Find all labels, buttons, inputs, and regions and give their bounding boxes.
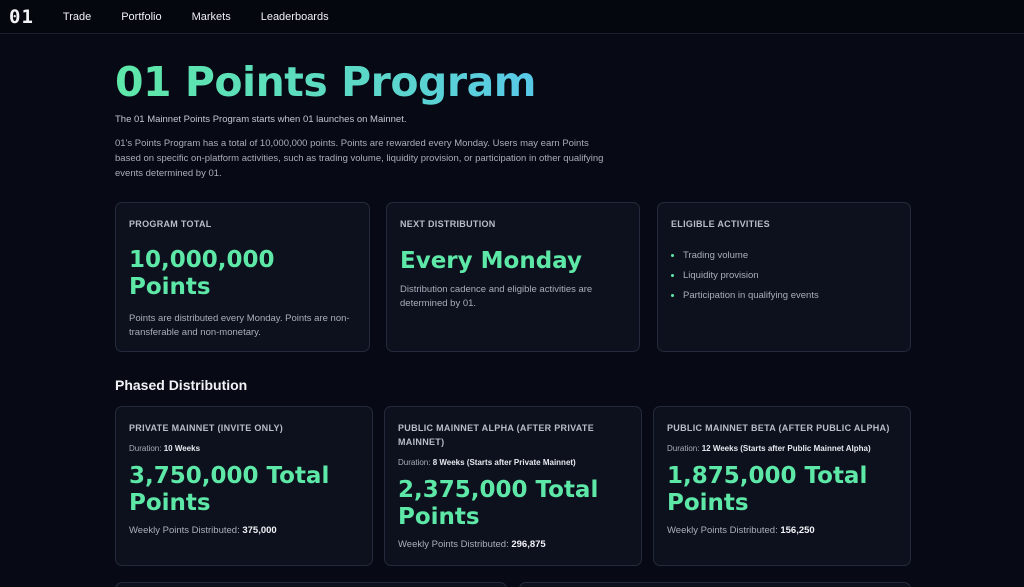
program-total-label: PROGRAM TOTAL	[129, 219, 212, 229]
duration-label: Duration:	[129, 444, 162, 453]
phase-total-value: 1,875,000 Total	[667, 463, 868, 489]
next-distribution-label: NEXT DISTRIBUTION	[400, 219, 496, 229]
weekly-label: Weekly Points Distributed:	[667, 525, 778, 536]
nav-link-markets[interactable]: Markets	[192, 11, 231, 23]
phase-weekly: Weekly Points Distributed: 156,250	[667, 525, 897, 536]
eligible-activities-list: Trading volume Liquidity provision Parti…	[671, 246, 897, 306]
next-distribution-card: NEXT DISTRIBUTION Every Monday Distribut…	[386, 202, 640, 352]
duration-value: 12 Weeks (Starts after Public Mainnet Al…	[701, 444, 871, 453]
next-section-card-left	[115, 582, 507, 587]
program-total-card: PROGRAM TOTAL 10,000,000 Points Points a…	[115, 202, 370, 352]
hero-lead: The 01 Mainnet Points Program starts whe…	[115, 114, 407, 125]
list-item: Participation in qualifying events	[671, 286, 897, 306]
nav-link-portfolio[interactable]: Portfolio	[121, 11, 161, 23]
phase-duration: Duration: 10 Weeks	[129, 444, 359, 453]
duration-value: 8 Weeks (Starts after Private Mainnet)	[432, 458, 576, 467]
program-total-unit: Points	[129, 274, 211, 300]
phase-duration: Duration: 12 Weeks (Starts after Public …	[667, 444, 897, 453]
phase-card-private-mainnet: PRIVATE MAINNET (INVITE ONLY) Duration: …	[115, 406, 373, 566]
weekly-label: Weekly Points Distributed:	[398, 539, 509, 550]
phase-weekly: Weekly Points Distributed: 375,000	[129, 525, 359, 536]
activity-label: Liquidity provision	[683, 270, 759, 281]
activity-label: Trading volume	[683, 250, 749, 261]
list-item: Liquidity provision	[671, 266, 897, 286]
program-total-value: 10,000,000	[129, 247, 275, 273]
phase-weekly: Weekly Points Distributed: 296,875	[398, 539, 628, 550]
duration-value: 10 Weeks	[163, 444, 201, 453]
weekly-value: 375,000	[242, 525, 277, 536]
hero-description: 01's Points Program has a total of 10,00…	[115, 138, 604, 179]
phase-total-value: 3,750,000 Total	[129, 463, 330, 489]
phase-card-public-alpha: PUBLIC MAINNET ALPHA (AFTER PRIVATE MAIN…	[384, 406, 642, 566]
logo[interactable]: 01	[9, 6, 34, 28]
phase-label: PUBLIC MAINNET BETA (AFTER PUBLIC ALPHA)	[667, 423, 890, 433]
nav-link-leaderboards[interactable]: Leaderboards	[261, 11, 329, 23]
next-section-card-right	[519, 582, 911, 587]
phase-total-unit: Points	[398, 504, 480, 530]
page-title: 01 Points Program	[115, 58, 536, 106]
nav-link-trade[interactable]: Trade	[63, 11, 91, 23]
phase-total-value: 2,375,000 Total	[398, 477, 599, 503]
list-item: Trading volume	[671, 246, 897, 266]
phase-total-unit: Points	[667, 490, 749, 516]
bullet-dot-icon	[671, 294, 674, 297]
bullet-dot-icon	[671, 254, 674, 257]
next-distribution-value: Every Monday	[400, 248, 582, 274]
phased-distribution-title: Phased Distribution	[115, 377, 248, 393]
next-distribution-note: Distribution cadence and eligible activi…	[400, 284, 593, 309]
bullet-dot-icon	[671, 274, 674, 277]
activity-label: Participation in qualifying events	[683, 290, 819, 301]
duration-label: Duration:	[398, 458, 431, 467]
phase-total-unit: Points	[129, 490, 211, 516]
weekly-label: Weekly Points Distributed:	[129, 525, 240, 536]
phase-card-public-beta: PUBLIC MAINNET BETA (AFTER PUBLIC ALPHA)…	[653, 406, 911, 566]
weekly-value: 296,875	[511, 539, 546, 550]
program-total-note: Points are distributed every Monday. Poi…	[129, 313, 350, 338]
top-nav: 01 Trade Portfolio Markets Leaderboards	[0, 0, 1024, 34]
duration-label: Duration:	[667, 444, 700, 453]
phase-duration: Duration: 8 Weeks (Starts after Private …	[398, 458, 628, 467]
eligible-activities-card: ELIGIBLE ACTIVITIES Trading volume Liqui…	[657, 202, 911, 352]
phase-label: PRIVATE MAINNET (INVITE ONLY)	[129, 423, 284, 433]
weekly-value: 156,250	[780, 525, 815, 536]
eligible-activities-label: ELIGIBLE ACTIVITIES	[671, 219, 770, 229]
phase-label: PUBLIC MAINNET ALPHA (AFTER PRIVATE MAIN…	[398, 423, 594, 447]
